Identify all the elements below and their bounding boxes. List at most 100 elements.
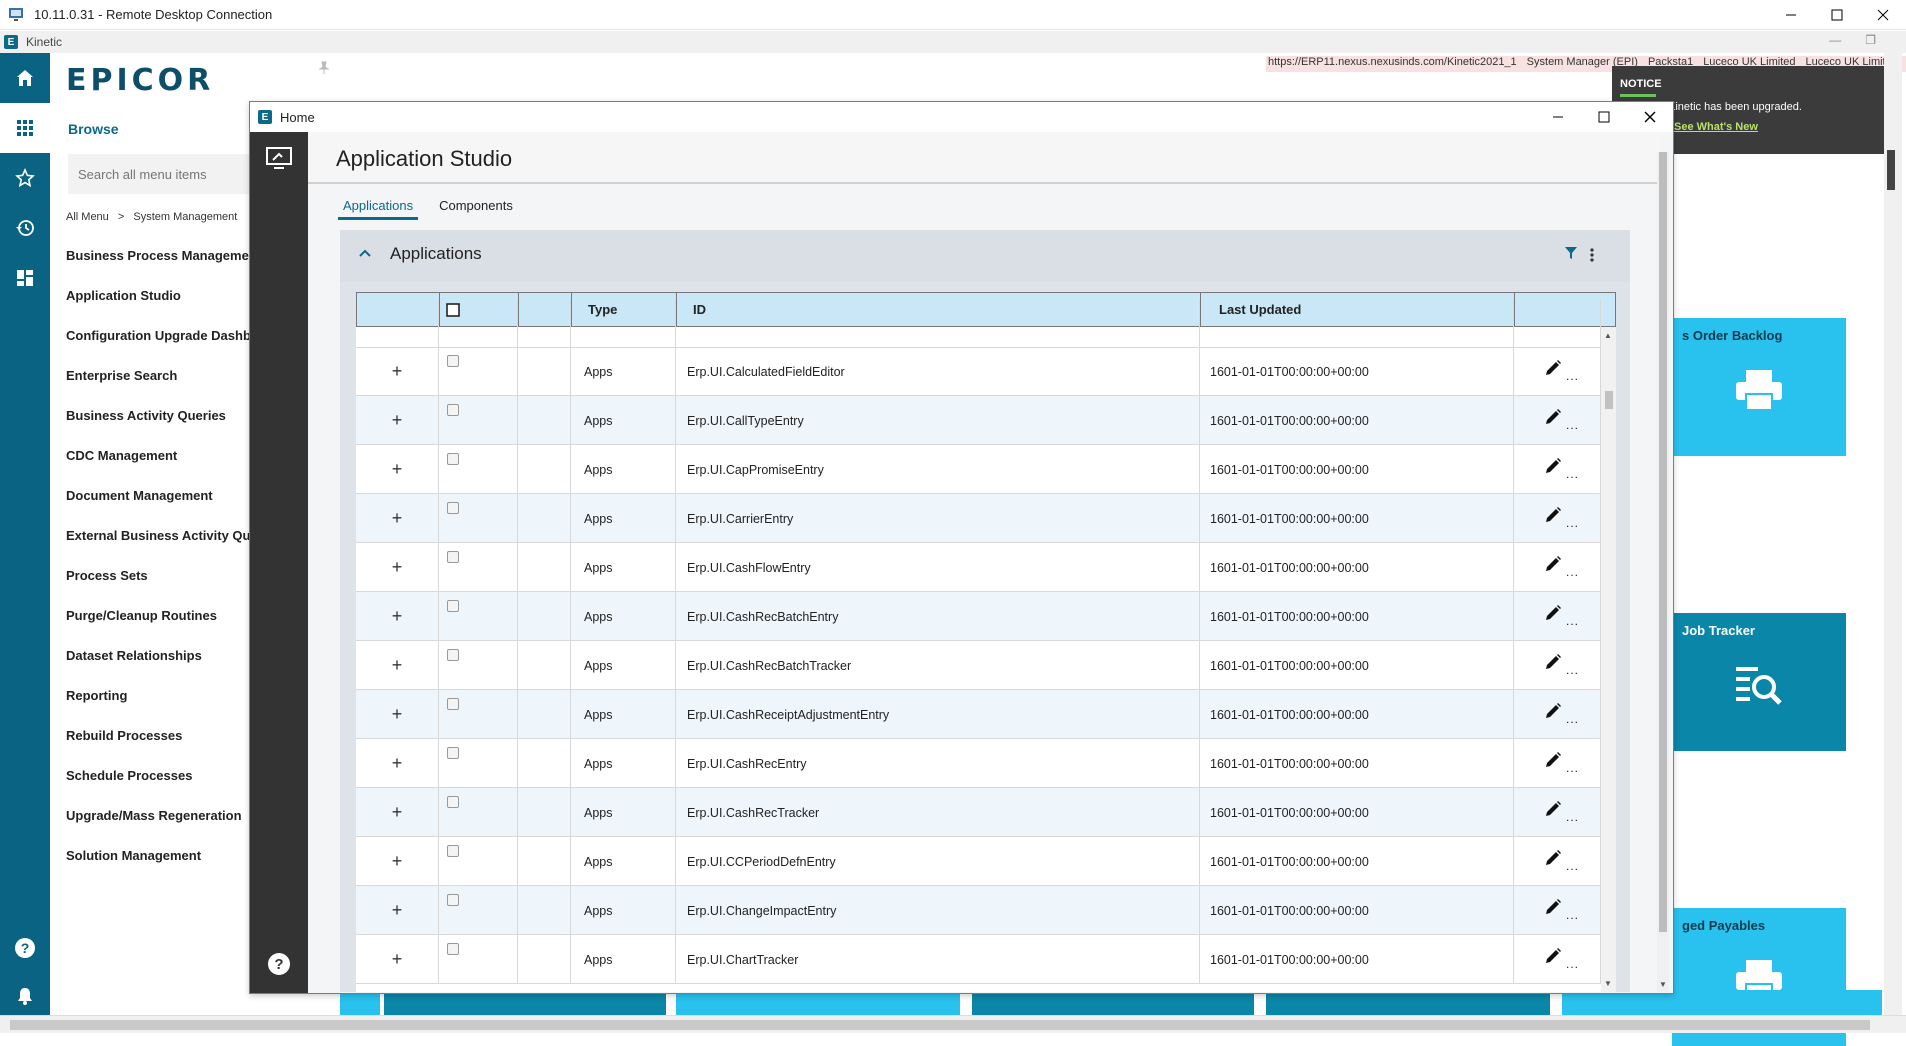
row-more-button[interactable]: ... [1566,957,1579,971]
row-checkbox[interactable] [447,355,459,367]
breadcrumb-all-menu[interactable]: All Menu [66,211,109,223]
window-close-button[interactable] [1627,102,1673,132]
help-nav-button[interactable]: ? [0,923,50,973]
row-expand-button[interactable]: + [356,396,439,445]
row-expand-button[interactable]: + [356,347,439,396]
row-more-button[interactable]: ... [1566,908,1579,922]
edit-pencil-icon[interactable] [1544,604,1562,622]
row-checkbox[interactable] [447,943,459,955]
edit-pencil-icon[interactable] [1544,898,1562,916]
row-expand-button[interactable]: + [356,886,439,935]
row-more-button[interactable]: ... [1566,761,1579,775]
filter-icon[interactable] [1564,246,1578,260]
row-checkbox[interactable] [447,796,459,808]
apps-grid-nav-button[interactable] [0,103,50,153]
edit-pencil-icon[interactable] [1544,359,1562,377]
host-horizontal-scrollbar[interactable] [0,1015,1906,1033]
whats-new-link[interactable]: See What's New [1674,121,1758,133]
dashboard-nav-button[interactable] [0,253,50,303]
row-expand-button[interactable]: + [356,494,439,543]
row-checkbox[interactable] [447,894,459,906]
row-expand-button[interactable]: + [356,592,439,641]
home-nav-button[interactable] [0,53,50,103]
row-checkbox[interactable] [447,600,459,612]
table-row[interactable]: + Apps Erp.UI.CapPromiseEntry 1601-01-01T00… [356,445,1601,494]
table-row[interactable]: + Apps Erp.UI.CashRecBatchEntry 1601-01-01T… [356,592,1601,641]
row-more-button[interactable]: ... [1566,467,1579,481]
table-row[interactable] [356,299,1601,348]
row-checkbox[interactable] [447,502,459,514]
table-row[interactable]: + Apps Erp.UI.CashRecTracker 1601-01-01T00:… [356,788,1601,837]
row-expand-button[interactable]: + [356,690,439,739]
row-more-button[interactable]: ... [1566,565,1579,579]
table-row[interactable]: + Apps Erp.UI.ChangeImpactEntry 1601-01-01T… [356,886,1601,935]
more-vertical-icon[interactable] [1590,248,1594,262]
edit-pencil-icon[interactable] [1544,555,1562,573]
row-checkbox[interactable] [447,698,459,710]
order-backlog-tile[interactable]: s Order Backlog [1672,318,1846,456]
row-more-button[interactable]: ... [1566,516,1579,530]
row-more-button[interactable]: ... [1566,418,1579,432]
window-minimize-button[interactable] [1535,102,1581,132]
table-row[interactable]: + Apps Erp.UI.CallTypeEntry 1601-01-01T00:0… [356,396,1601,445]
window-maximize-button[interactable] [1581,102,1627,132]
grid-vertical-scrollbar[interactable]: ▲ ▼ [1601,327,1616,992]
scrollbar-thumb[interactable] [1659,152,1667,932]
tab-applications[interactable]: Applications [338,198,419,220]
window-title-bar[interactable]: E Home [250,102,1673,132]
edit-pencil-icon[interactable] [1544,506,1562,524]
job-tracker-tile[interactable]: Job Tracker [1672,613,1846,751]
edit-pencil-icon[interactable] [1544,702,1562,720]
host-vertical-scrollbar[interactable] [1884,50,1902,1015]
scrollbar-thumb[interactable] [1605,391,1613,409]
table-row[interactable]: + Apps Erp.UI.CarrierEntry 1601-01-01T00:00… [356,494,1601,543]
help-icon[interactable]: ? [267,952,291,976]
edit-pencil-icon[interactable] [1544,849,1562,867]
row-expand-button[interactable]: + [356,739,439,788]
edit-pencil-icon[interactable] [1544,653,1562,671]
kinetic-minimize-button[interactable]: — [1829,33,1841,47]
tab-components[interactable]: Components [434,198,518,220]
row-expand-button[interactable]: + [356,641,439,690]
scroll-up-arrow-icon[interactable]: ▲ [1604,331,1612,340]
scrollbar-thumb[interactable] [1887,150,1895,190]
table-row[interactable]: + Apps Erp.UI.CalculatedFieldEditor 1601-01… [356,347,1601,396]
row-expand-button[interactable]: + [356,543,439,592]
row-more-button[interactable]: ... [1566,614,1579,628]
row-expand-button[interactable]: + [356,445,439,494]
pin-icon[interactable] [318,61,330,75]
table-row[interactable]: + Apps Erp.UI.CashRecEntry 1601-01-01T00:00… [356,739,1601,788]
edit-pencil-icon[interactable] [1544,457,1562,475]
row-more-button[interactable]: ... [1566,810,1579,824]
row-checkbox[interactable] [447,649,459,661]
row-expand-button[interactable]: + [356,837,439,886]
breadcrumb-system-management[interactable]: System Management [133,211,237,223]
row-checkbox[interactable] [447,404,459,416]
row-more-button[interactable]: ... [1566,859,1579,873]
row-checkbox[interactable] [447,747,459,759]
edit-pencil-icon[interactable] [1544,800,1562,818]
browse-title[interactable]: Browse [68,121,119,137]
row-checkbox[interactable] [447,845,459,857]
row-more-button[interactable]: ... [1566,663,1579,677]
table-row[interactable]: + Apps Erp.UI.CashFlowEntry 1601-01-01T00:0… [356,543,1601,592]
maximize-button[interactable] [1814,0,1860,30]
row-expand-button[interactable]: + [356,935,439,984]
favorites-nav-button[interactable] [0,153,50,203]
history-nav-button[interactable] [0,203,50,253]
scrollbar-thumb[interactable] [10,1020,1870,1030]
studio-vertical-scrollbar[interactable] [1657,152,1669,992]
row-expand-button[interactable]: + [356,788,439,837]
table-row[interactable]: + Apps Erp.UI.CashReceiptAdjustmentEntry 16… [356,690,1601,739]
kinetic-restore-button[interactable]: ❐ [1865,33,1876,47]
row-checkbox[interactable] [447,453,459,465]
minimize-button[interactable] [1768,0,1814,30]
table-row[interactable]: + Apps Erp.UI.CCPeriodDefnEntry 1601-01-01T… [356,837,1601,886]
application-studio-icon[interactable] [265,146,293,170]
table-row[interactable]: + Apps Erp.UI.ChartTracker 1601-01-01T00:00… [356,935,1601,984]
notifications-nav-button[interactable] [0,971,50,1021]
row-more-button[interactable]: ... [1566,369,1579,383]
edit-pencil-icon[interactable] [1544,408,1562,426]
scroll-down-arrow-icon[interactable]: ▼ [1604,979,1612,988]
row-checkbox[interactable] [447,551,459,563]
